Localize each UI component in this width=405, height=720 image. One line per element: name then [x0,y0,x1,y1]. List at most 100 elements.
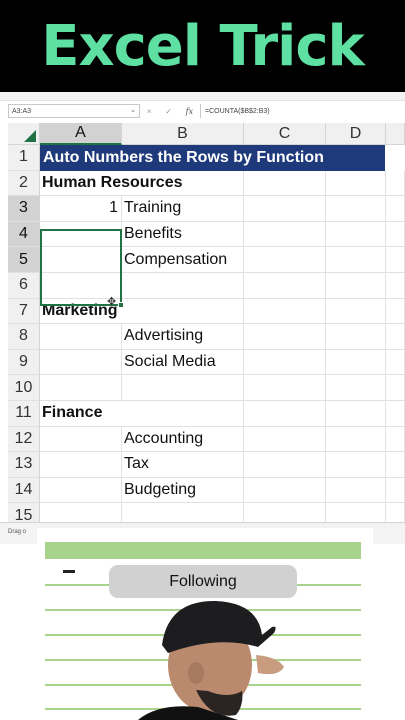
banner-title: Excel Trick [41,13,365,79]
empty-cell[interactable] [386,272,405,299]
empty-cell[interactable] [326,170,386,197]
fill-handle[interactable] [118,302,124,308]
row-header[interactable]: 7 [8,298,40,325]
empty-cell[interactable] [386,298,405,325]
sheet-row: 2 Human Resources [8,170,405,197]
cell-a[interactable]: Human Resources [40,171,183,197]
cell-a[interactable]: Finance [40,401,122,427]
name-box[interactable]: A3:A3 ⌄ [8,104,140,118]
cell-b[interactable] [122,272,244,299]
empty-cell[interactable] [386,221,405,248]
enter-icon[interactable]: ✓ [165,107,172,116]
empty-cell[interactable] [326,477,386,504]
column-header-e-partial[interactable] [386,123,405,145]
empty-cell[interactable] [386,324,405,350]
empty-cell[interactable] [386,375,405,401]
cell-a[interactable] [40,324,122,350]
name-box-value: A3:A3 [12,107,32,115]
row-header[interactable]: 10 [8,375,40,401]
sheet-row: 3 1 Training [8,196,405,222]
cell-b[interactable] [122,298,244,325]
title-cell[interactable]: Auto Numbers the Rows by Function [40,145,385,171]
empty-cell[interactable] [326,247,386,273]
cell-a[interactable] [40,477,122,504]
empty-cell[interactable] [326,400,386,427]
cell-b[interactable]: Tax [122,452,244,478]
empty-cell[interactable] [326,426,386,453]
empty-cell[interactable] [244,221,326,248]
dash-mark [63,570,75,573]
row-header[interactable]: 12 [8,426,40,453]
empty-cell[interactable] [244,349,326,376]
row-header[interactable]: 6 [8,272,40,299]
formula-input[interactable]: =COUNTA($B$2:B3) [200,104,405,118]
empty-cell[interactable] [244,196,326,222]
cell-b[interactable]: Social Media [122,349,244,376]
row-header[interactable]: 5 [8,247,40,273]
row-header[interactable]: 1 [8,145,40,171]
fill-handle-cursor-icon: ✥ [107,296,117,308]
empty-cell[interactable] [244,298,326,325]
empty-cell[interactable] [326,298,386,325]
row-header[interactable]: 8 [8,324,40,350]
empty-cell[interactable] [244,477,326,504]
empty-cell[interactable] [386,400,405,427]
cell-b[interactable] [122,375,244,401]
cell-b[interactable]: Accounting [122,426,244,453]
empty-cell[interactable] [244,375,326,401]
empty-cell[interactable] [326,272,386,299]
row-header[interactable]: 2 [8,170,40,197]
empty-cell[interactable] [326,324,386,350]
cell-b[interactable]: Benefits [122,221,244,248]
empty-cell[interactable] [326,349,386,376]
empty-cell[interactable] [244,324,326,350]
chevron-down-icon[interactable]: ⌄ [130,106,136,114]
cell-b[interactable]: Advertising [122,324,244,350]
empty-cell[interactable] [244,452,326,478]
empty-cell[interactable] [386,452,405,478]
sheet-row: 9 Social Media [8,349,405,376]
empty-cell[interactable] [244,247,326,273]
empty-cell[interactable] [386,477,405,504]
empty-cell[interactable] [386,349,405,376]
empty-cell[interactable] [326,221,386,248]
sheet-row: 10 [8,375,405,401]
following-button[interactable]: Following [109,565,297,598]
empty-cell[interactable] [244,272,326,299]
column-header-c[interactable]: C [244,123,326,145]
cell-a[interactable] [40,349,122,376]
row-header[interactable]: 9 [8,349,40,376]
cell-a[interactable] [40,426,122,453]
row-header[interactable]: 3 [8,196,40,222]
row-header[interactable]: 11 [8,400,40,427]
formula-bar: A3:A3 ⌄ × ✓ fx =COUNTA($B$2:B3) [8,103,405,119]
row-header[interactable]: 13 [8,452,40,478]
cell-b[interactable]: Budgeting [122,477,244,504]
empty-cell[interactable] [326,452,386,478]
column-header-d[interactable]: D [326,123,386,145]
empty-cell[interactable] [386,196,405,222]
ribbon-strip [0,92,405,101]
cell-b[interactable] [122,400,244,427]
row-header[interactable]: 14 [8,477,40,504]
cell-a[interactable] [40,375,122,401]
empty-cell[interactable] [244,400,326,427]
cancel-icon[interactable]: × [147,107,152,116]
cell-b[interactable] [122,170,244,197]
empty-cell[interactable] [326,375,386,401]
empty-cell[interactable] [386,247,405,273]
row-header[interactable]: 4 [8,221,40,248]
empty-cell[interactable] [386,426,405,453]
empty-cell[interactable] [244,426,326,453]
cell-b[interactable]: Training [122,196,244,222]
cell-b[interactable]: Compensation [122,247,244,273]
column-header-a[interactable]: A [40,123,122,145]
select-all-button[interactable] [8,123,40,145]
empty-cell[interactable] [326,196,386,222]
empty-cell[interactable] [244,170,326,197]
cell-a[interactable] [40,452,122,478]
cell-a[interactable]: 1 [40,196,122,222]
insert-function-icon[interactable]: fx [186,107,193,116]
empty-cell[interactable] [386,170,405,197]
column-header-b[interactable]: B [122,123,244,145]
